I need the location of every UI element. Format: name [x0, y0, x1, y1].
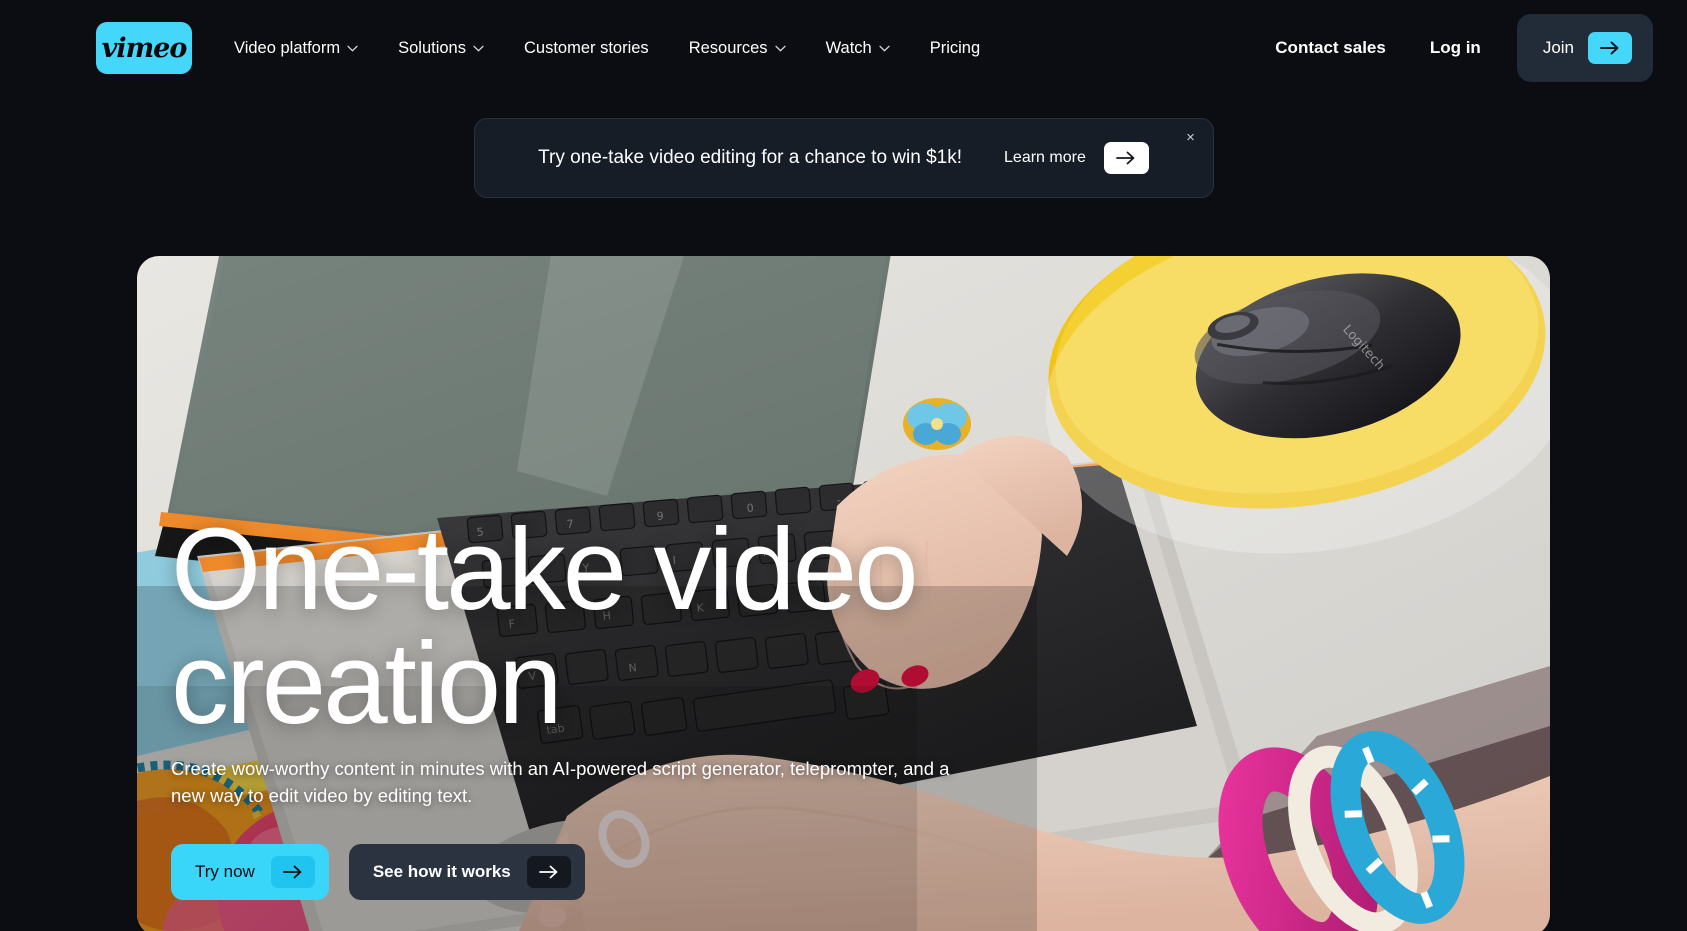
chevron-down-icon	[347, 45, 358, 52]
header-actions: Contact sales Log in Join	[1253, 14, 1653, 82]
contact-sales-link[interactable]: Contact sales	[1253, 28, 1408, 68]
nav-label: Watch	[825, 38, 872, 57]
vimeo-logo[interactable]: vimeo	[96, 22, 192, 74]
site-header: vimeo Video platform Solutions Customer …	[0, 0, 1687, 96]
nav-label: Pricing	[929, 38, 981, 57]
close-icon[interactable]: ×	[1182, 128, 1200, 146]
arrow-right-icon	[270, 856, 315, 888]
nav-item-pricing[interactable]: Pricing	[910, 31, 1000, 66]
nav-item-video-platform[interactable]: Video platform	[214, 31, 378, 66]
hero-title: One-take video creation	[171, 504, 1011, 748]
chevron-down-icon	[879, 45, 890, 52]
see-how-it-works-label: See how it works	[372, 862, 511, 881]
nav-label: Video platform	[234, 38, 341, 57]
arrow-right-icon[interactable]	[1103, 142, 1149, 174]
arrow-right-icon	[1588, 32, 1632, 64]
hero-title-line-2: creation	[171, 617, 563, 748]
log-in-link[interactable]: Log in	[1408, 28, 1503, 68]
promo-banner: Try one-take video editing for a chance …	[473, 118, 1214, 198]
nav-label: Customer stories	[523, 38, 649, 57]
join-button[interactable]: Join	[1516, 14, 1653, 82]
see-how-it-works-button[interactable]: See how it works	[348, 844, 585, 900]
try-now-button[interactable]: Try now	[171, 844, 329, 900]
chevron-down-icon	[774, 45, 786, 52]
nav-item-customer-stories[interactable]: Customer stories	[504, 31, 669, 66]
try-now-label: Try now	[195, 862, 255, 881]
nav-label: Resources	[688, 38, 768, 57]
hero-content: One-take video creation Create wow-worth…	[171, 504, 1011, 900]
nav-item-resources[interactable]: Resources	[669, 31, 806, 66]
hero-title-line-1: One-take video	[171, 504, 919, 635]
promo-banner-container: Try one-take video editing for a chance …	[0, 118, 1687, 198]
arrow-right-icon	[526, 856, 571, 888]
hero-buttons: Try now See how it works	[171, 844, 1011, 900]
hero-subtitle: Create wow-worthy content in minutes wit…	[171, 758, 950, 807]
logo-text: vimeo	[101, 32, 188, 64]
join-label: Join	[1542, 38, 1574, 57]
nav-label: Solutions	[398, 38, 466, 57]
chevron-down-icon	[473, 45, 484, 52]
learn-more-link[interactable]: Learn more	[1004, 149, 1086, 167]
main-navigation: Video platform Solutions Customer storie…	[214, 31, 1000, 66]
promo-banner-cta: Learn more	[1004, 142, 1149, 174]
nav-item-watch[interactable]: Watch	[806, 31, 910, 66]
promo-banner-text: Try one-take video editing for a chance …	[538, 147, 963, 168]
hero-section: 5 7 9 0 - R Y I P F H K V N tab Logitech…	[137, 256, 1550, 931]
nav-item-solutions[interactable]: Solutions	[378, 31, 504, 66]
